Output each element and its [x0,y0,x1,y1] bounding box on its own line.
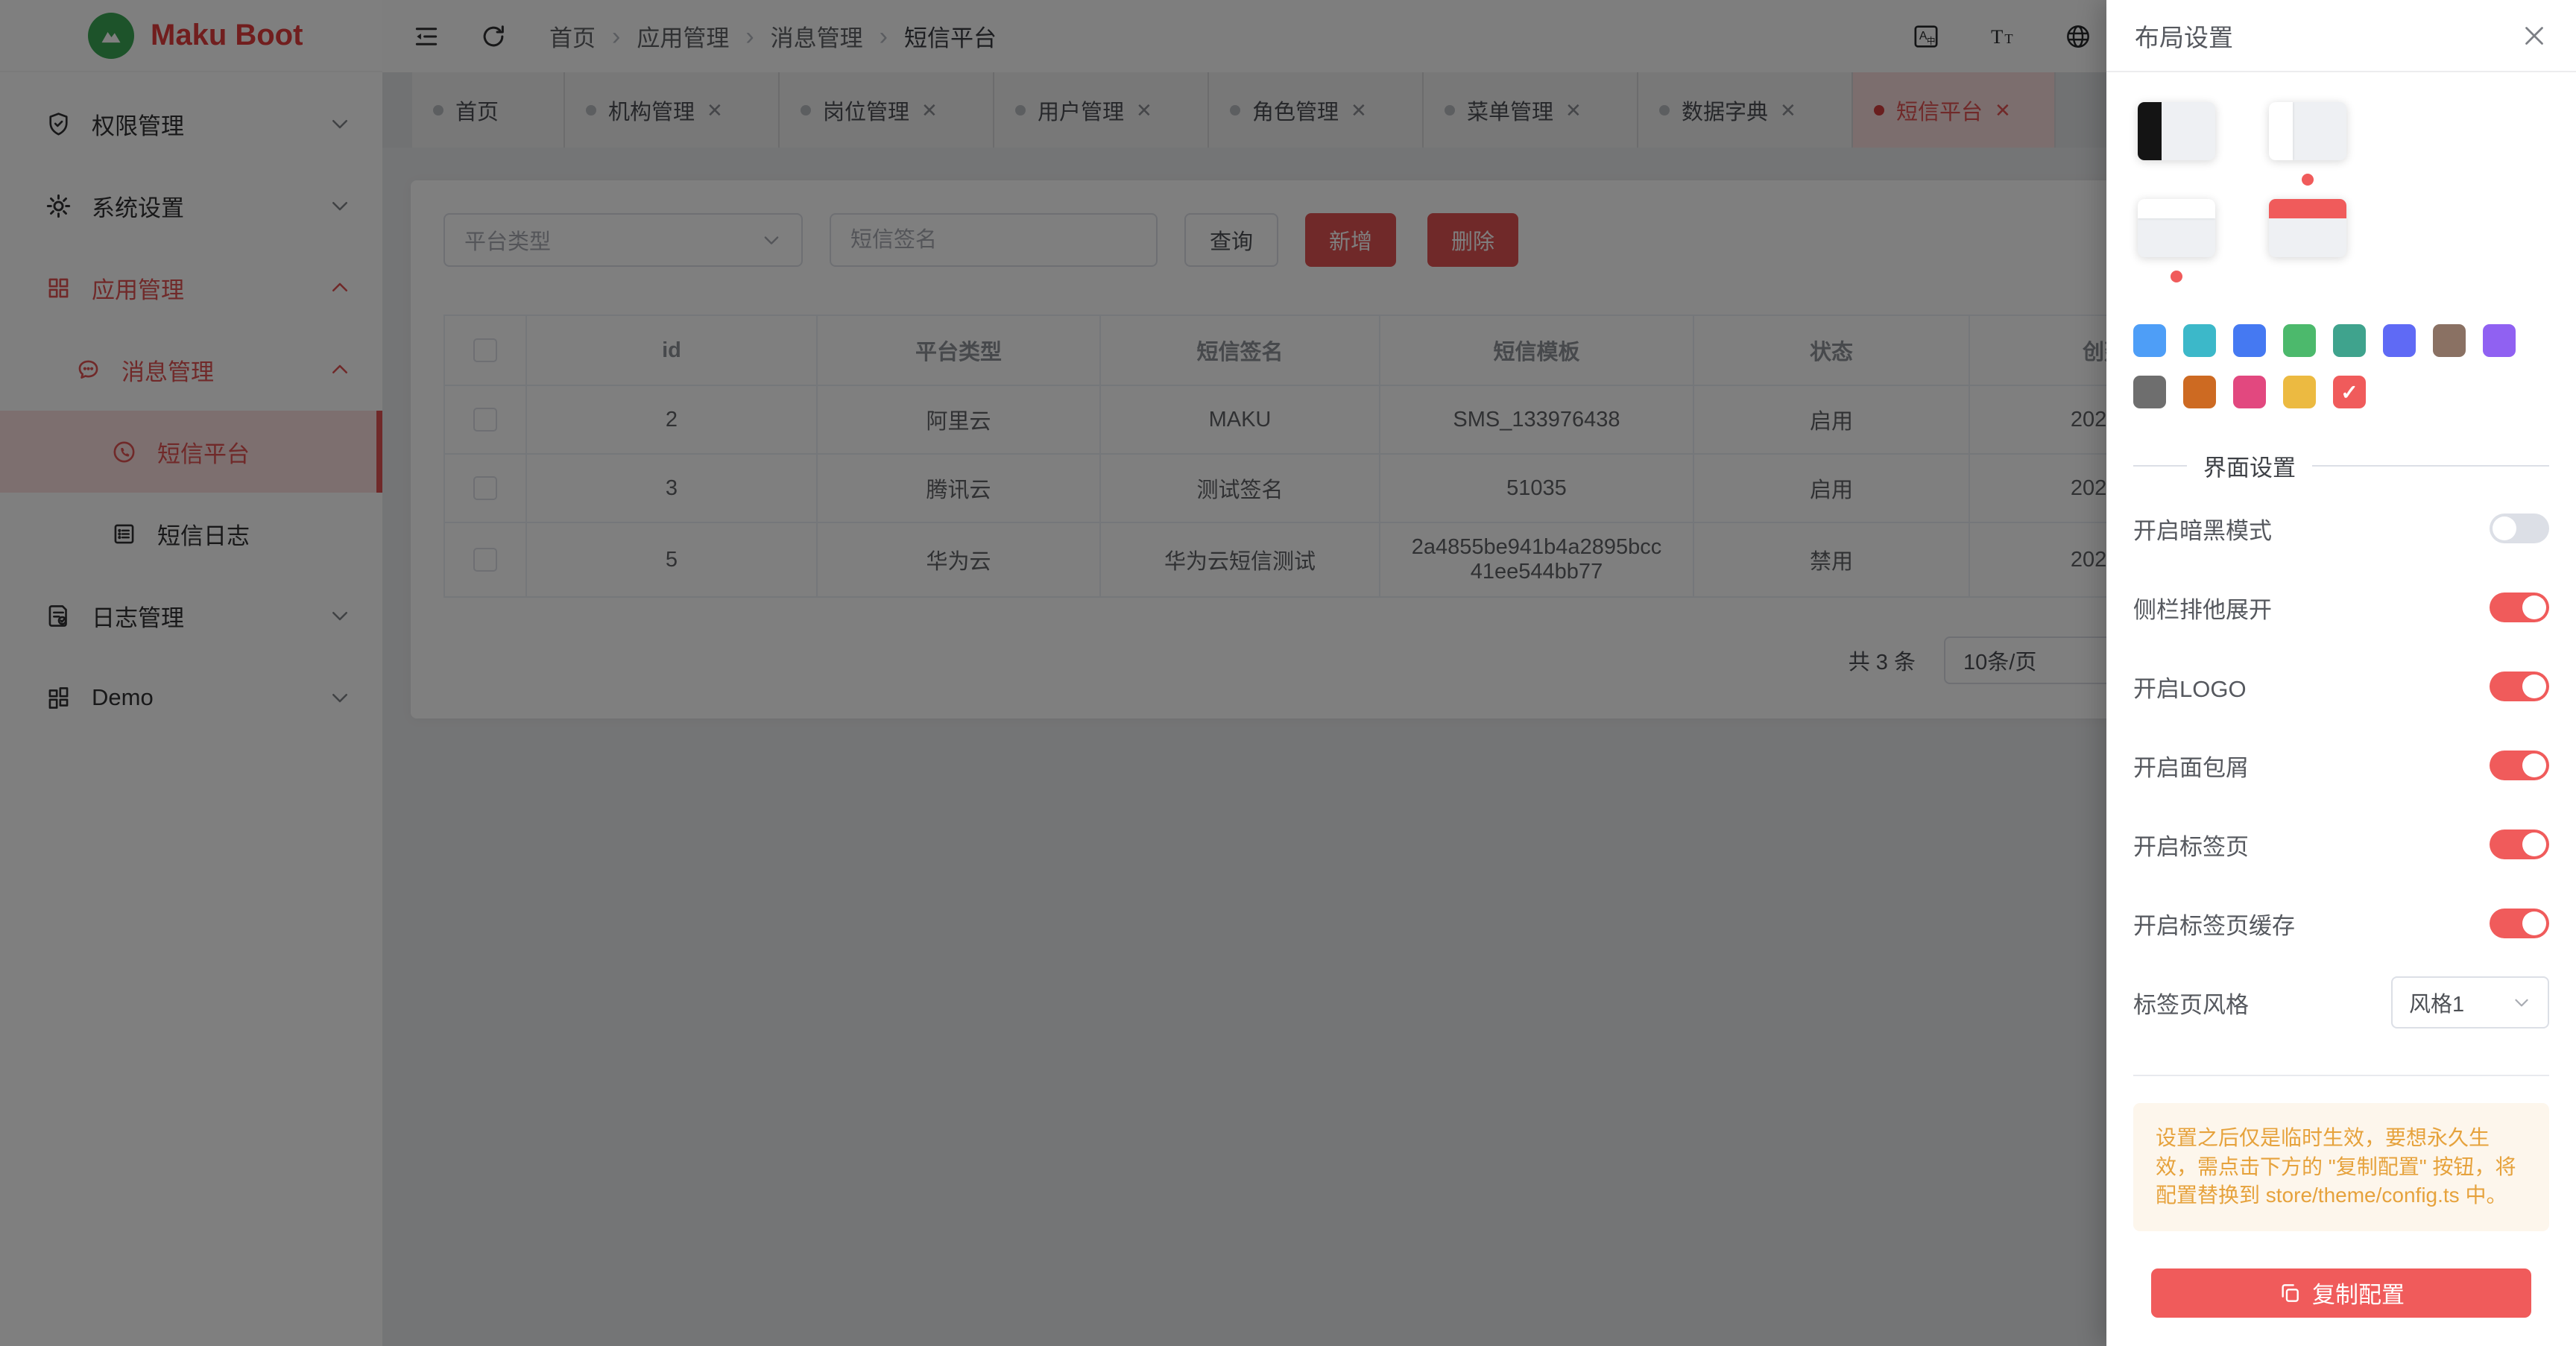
layout-option-primary-header[interactable] [2269,199,2346,282]
setting-row-tab-style: 标签页风格 风格1 [2133,963,2549,1042]
setting-label: 开启暗黑模式 [2133,512,2272,546]
layout-option-dark-sidebar[interactable] [2138,102,2215,186]
layout-option-light-header[interactable] [2138,199,2215,282]
selected-dot-icon [2171,271,2182,282]
dark-sidebar-thumbnail-icon [2138,102,2215,160]
setting-label: 标签页风格 [2133,986,2249,1020]
theme-color-swatch[interactable] [2183,324,2216,357]
setting-row-tabs-cache: 开启标签页缓存 [2133,884,2549,963]
setting-row-dark-mode: 开启暗黑模式 [2133,489,2549,568]
setting-row-sidebar-accordion: 侧栏排他展开 [2133,568,2549,647]
light-sidebar-thumbnail-icon [2269,102,2346,160]
setting-row-logo: 开启LOGO [2133,647,2549,726]
settings-notice: 设置之后仅是临时生效，要想永久生效，需点击下方的 "复制配置" 按钮，将配置替换… [2133,1103,2549,1231]
divider [2133,1075,2549,1076]
tab-style-value: 风格1 [2409,987,2464,1018]
theme-color-swatches: ✓ [2133,324,2549,408]
setting-label: 开启面包屑 [2133,749,2249,783]
copy-config-label: 复制配置 [2312,1276,2405,1309]
copy-config-button[interactable]: 复制配置 [2151,1268,2531,1318]
drawer-body: ✓ 界面设置 开启暗黑模式 侧栏排他展开 开启LOGO 开启面包屑 [2106,72,2576,1318]
tab-style-select[interactable]: 风格1 [2391,976,2549,1029]
sidebar-accordion-toggle[interactable] [2490,593,2549,622]
setting-label: 开启标签页 [2133,828,2249,862]
theme-color-swatch[interactable] [2133,324,2166,357]
drawer-header: 布局设置 [2106,0,2576,72]
breadcrumb-toggle[interactable] [2490,751,2549,780]
theme-color-swatch[interactable] [2283,324,2316,357]
tabs-cache-toggle[interactable] [2490,909,2549,938]
interface-switches: 开启暗黑模式 侧栏排他展开 开启LOGO 开启面包屑 开启标签页 [2133,489,2549,1042]
theme-color-swatch[interactable] [2283,376,2316,408]
theme-color-swatch[interactable] [2183,376,2216,408]
theme-color-swatch[interactable] [2333,324,2366,357]
copy-icon [2278,1281,2302,1305]
setting-row-tabs: 开启标签页 [2133,805,2549,884]
setting-label: 开启LOGO [2133,670,2247,704]
theme-color-swatch[interactable] [2233,324,2266,357]
app-root: Maku Boot 权限管理 系统设置 应用管理 消息管理 [0,0,2576,1346]
setting-label: 开启标签页缓存 [2133,907,2295,941]
theme-color-swatch[interactable]: ✓ [2333,376,2366,408]
theme-color-swatch[interactable] [2383,324,2416,357]
close-icon[interactable] [2521,22,2548,49]
theme-color-swatch[interactable] [2233,376,2266,408]
tabs-toggle[interactable] [2490,830,2549,859]
layout-options [2133,102,2549,282]
layout-settings-drawer: 布局设置 [2106,0,2576,1346]
setting-label: 侧栏排他展开 [2133,591,2272,625]
interface-section-title: 界面设置 [2187,449,2312,483]
selected-dot-icon [2302,174,2314,186]
light-header-thumbnail-icon [2138,199,2215,257]
setting-row-breadcrumb: 开启面包屑 [2133,726,2549,805]
theme-color-swatch[interactable] [2133,376,2166,408]
logo-toggle[interactable] [2490,672,2549,701]
chevron-down-icon [2512,993,2531,1012]
drawer-title: 布局设置 [2135,18,2233,54]
theme-color-swatch[interactable] [2483,324,2516,357]
layout-option-light-sidebar[interactable] [2269,102,2346,186]
theme-color-swatch[interactable] [2433,324,2466,357]
dark-mode-toggle[interactable] [2490,514,2549,543]
interface-section-divider: 界面设置 [2133,465,2549,467]
primary-header-thumbnail-icon [2269,199,2346,257]
